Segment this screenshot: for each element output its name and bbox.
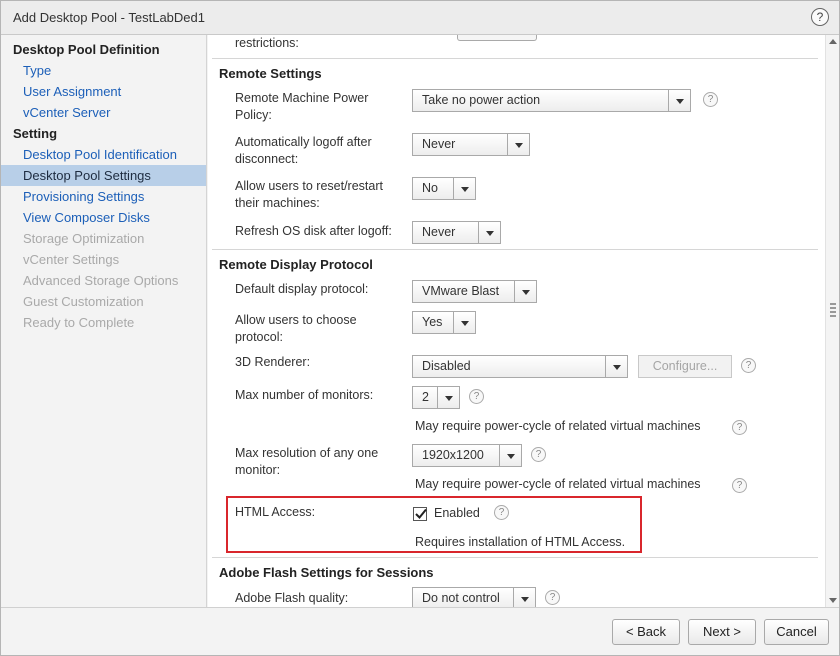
divider	[212, 58, 818, 59]
wizard-footer: < Back Next > Cancel	[1, 607, 839, 655]
html-access-note: Requires installation of HTML Access.	[415, 535, 626, 549]
sidebar-item-type[interactable]: Type	[1, 60, 206, 81]
help-icon[interactable]: ?	[494, 505, 509, 520]
renderer-label: 3D Renderer:	[235, 355, 311, 369]
scroll-grip-icon[interactable]	[830, 303, 836, 317]
auto-logoff-value: Never	[422, 137, 456, 151]
chevron-down-icon	[453, 312, 475, 333]
next-button[interactable]: Next >	[688, 619, 756, 645]
max-resolution-note: May require power-cycle of related virtu…	[415, 477, 701, 491]
sidebar-item-ready-to-complete: Ready to Complete	[23, 315, 135, 330]
default-protocol-value: VMware Blast	[422, 284, 500, 298]
chevron-down-icon	[507, 134, 529, 155]
html-access-checkbox[interactable]	[413, 507, 427, 521]
scroll-down-icon[interactable]	[829, 598, 837, 603]
title-bar: Add Desktop Pool - TestLabDed1 ?	[1, 1, 839, 35]
max-monitors-value: 2	[422, 390, 429, 404]
auto-logoff-select[interactable]: Never	[412, 133, 530, 156]
divider	[212, 249, 818, 250]
max-resolution-label: Max resolution of any one monitor:	[235, 446, 379, 477]
html-access-label: HTML Access:	[235, 505, 316, 519]
max-resolution-value: 1920x1200	[422, 448, 484, 462]
refresh-os-select[interactable]: Never	[412, 221, 501, 244]
vertical-scrollbar[interactable]	[825, 35, 839, 607]
chevron-down-icon	[605, 356, 627, 377]
chevron-down-icon	[437, 387, 459, 408]
cancel-button[interactable]: Cancel	[764, 619, 829, 645]
sidebar-item-vcenter-server[interactable]: vCenter Server	[1, 102, 206, 123]
flash-quality-value: Do not control	[422, 591, 500, 605]
chevron-down-icon	[514, 281, 536, 302]
partial-control[interactable]	[457, 35, 537, 41]
max-monitors-label: Max number of monitors:	[235, 388, 374, 402]
default-protocol-label: Default display protocol:	[235, 282, 369, 296]
flash-quality-label: Adobe Flash quality:	[235, 591, 349, 605]
chevron-down-icon	[478, 222, 500, 243]
refresh-os-value: Never	[422, 225, 456, 239]
sidebar-item-provisioning-settings[interactable]: Provisioning Settings	[1, 186, 206, 207]
default-protocol-select[interactable]: VMware Blast	[412, 280, 537, 303]
sidebar-item-advanced-storage: Advanced Storage Options	[23, 273, 179, 288]
renderer-select[interactable]: Disabled	[412, 355, 628, 378]
sidebar-heading-setting: Setting	[13, 126, 58, 141]
help-icon[interactable]: ?	[732, 420, 747, 435]
divider	[212, 557, 818, 558]
max-resolution-select[interactable]: 1920x1200	[412, 444, 522, 467]
allow-reset-label: Allow users to reset/restart their machi…	[235, 179, 383, 210]
sidebar-item-vcenter-settings: vCenter Settings	[23, 252, 120, 267]
sidebar-item-pool-settings[interactable]: Desktop Pool Settings	[1, 165, 206, 186]
power-policy-label: Remote Machine Power Policy:	[235, 91, 369, 122]
checkmark-icon	[415, 508, 427, 519]
html-access-enabled-label[interactable]: Enabled	[434, 506, 480, 520]
settings-panel: restrictions: Remote Settings Remote Mac…	[208, 35, 825, 607]
scroll-up-icon[interactable]	[829, 39, 837, 44]
sidebar-item-pool-identification[interactable]: Desktop Pool Identification	[1, 144, 206, 165]
help-icon[interactable]: ?	[741, 358, 756, 373]
allow-choose-value: Yes	[422, 315, 443, 329]
sidebar-item-guest-customization: Guest Customization	[23, 294, 144, 309]
max-monitors-select[interactable]: 2	[412, 386, 460, 409]
remote-settings-title: Remote Settings	[219, 66, 322, 81]
sidebar-item-view-composer-disks[interactable]: View Composer Disks	[1, 207, 206, 228]
power-policy-value: Take no power action	[422, 93, 541, 107]
help-icon[interactable]: ?	[732, 478, 747, 493]
help-icon[interactable]: ?	[469, 389, 484, 404]
allow-choose-select[interactable]: Yes	[412, 311, 476, 334]
sidebar-item-storage-optimization: Storage Optimization	[23, 231, 145, 246]
chevron-down-icon	[668, 90, 690, 111]
add-desktop-pool-dialog: Add Desktop Pool - TestLabDed1 ? Desktop…	[0, 0, 840, 656]
renderer-value: Disabled	[422, 359, 471, 373]
help-icon[interactable]: ?	[545, 590, 560, 605]
auto-logoff-label: Automatically logoff after disconnect:	[235, 135, 372, 166]
back-button[interactable]: < Back	[612, 619, 680, 645]
refresh-os-label: Refresh OS disk after logoff:	[235, 224, 392, 238]
chevron-down-icon	[513, 588, 535, 607]
chevron-down-icon	[453, 178, 475, 199]
help-icon[interactable]: ?	[703, 92, 718, 107]
wizard-sidebar: Desktop Pool Definition Type User Assign…	[1, 35, 207, 607]
allow-choose-label: Allow users to choose protocol:	[235, 313, 357, 344]
partial-restrictions-label: restrictions:	[235, 36, 299, 50]
flash-quality-select[interactable]: Do not control	[412, 587, 536, 607]
sidebar-heading-definition: Desktop Pool Definition	[13, 42, 160, 57]
max-monitors-note: May require power-cycle of related virtu…	[415, 419, 701, 433]
window-title: Add Desktop Pool - TestLabDed1	[13, 10, 205, 25]
allow-reset-value: No	[422, 181, 438, 195]
remote-display-title: Remote Display Protocol	[219, 257, 373, 272]
help-icon[interactable]: ?	[811, 8, 829, 26]
help-icon[interactable]: ?	[531, 447, 546, 462]
adobe-flash-title: Adobe Flash Settings for Sessions	[219, 565, 434, 580]
allow-reset-select[interactable]: No	[412, 177, 476, 200]
sidebar-item-user-assignment[interactable]: User Assignment	[1, 81, 206, 102]
power-policy-select[interactable]: Take no power action	[412, 89, 691, 112]
chevron-down-icon	[499, 445, 521, 466]
configure-button: Configure...	[638, 355, 732, 378]
